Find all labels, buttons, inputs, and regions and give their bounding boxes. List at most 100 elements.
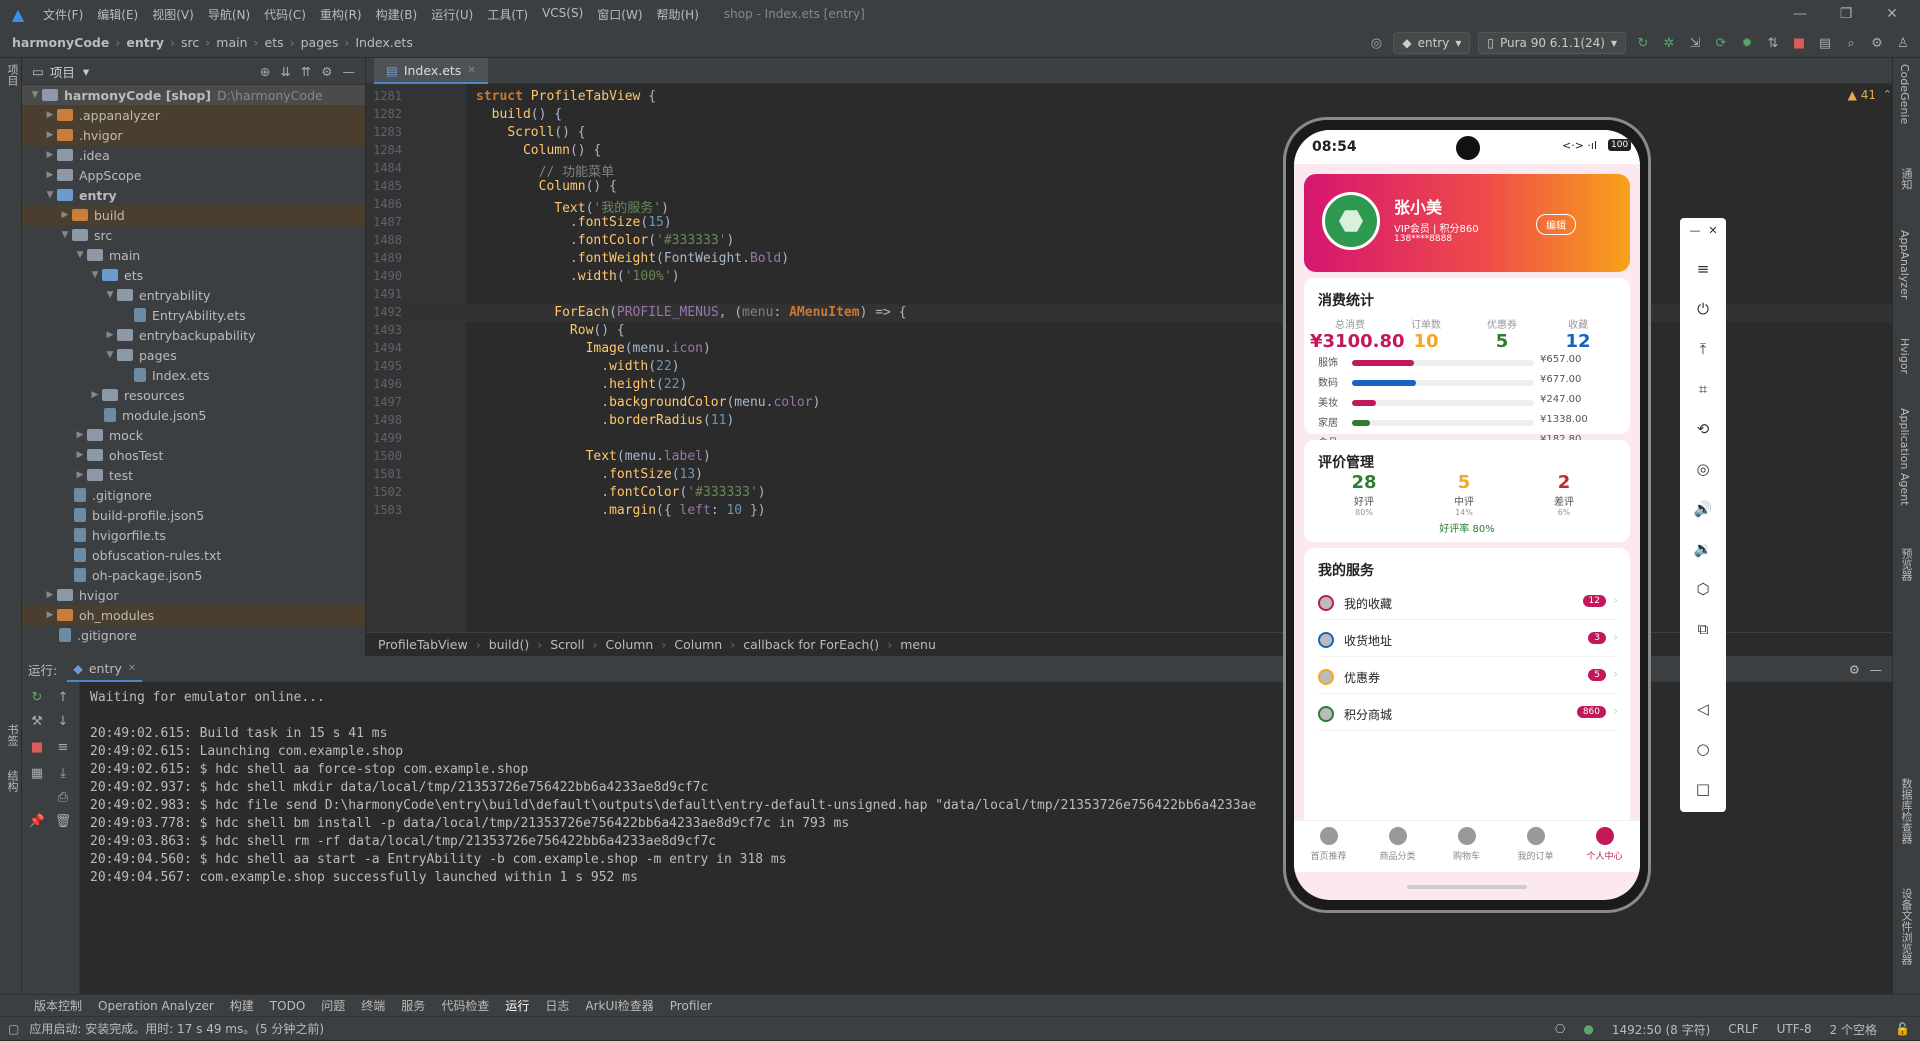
rerun-icon[interactable]: ↻ bbox=[1634, 34, 1652, 52]
service-item[interactable]: 我的收藏 12 › bbox=[1318, 584, 1618, 620]
tree-item[interactable]: hvigorfile.ts bbox=[22, 525, 365, 545]
code-line[interactable]: 1282 build() { bbox=[366, 106, 1920, 124]
editor-breadcrumb-item[interactable]: Column bbox=[605, 637, 653, 652]
menu-item[interactable]: 帮助(H) bbox=[650, 6, 706, 23]
collapsed-arrow-icon[interactable]: ▶ bbox=[58, 210, 72, 220]
tree-item[interactable]: ▶ AppScope bbox=[22, 165, 365, 185]
breadcrumb-item[interactable]: entry bbox=[126, 35, 164, 50]
indent-setting[interactable]: 2 个空格 bbox=[1830, 1021, 1877, 1038]
lock-icon[interactable]: 🔓 bbox=[1895, 1022, 1910, 1036]
breadcrumb-item[interactable]: pages bbox=[301, 35, 339, 50]
tree-item[interactable]: ▼ src bbox=[22, 225, 365, 245]
scroll-end-icon[interactable]: ⤓ bbox=[54, 764, 72, 782]
breadcrumb-item[interactable]: Index.ets bbox=[355, 35, 413, 50]
tree-item[interactable]: build-profile.json5 bbox=[22, 505, 365, 525]
expand-all-icon[interactable]: ⇈ bbox=[301, 64, 311, 79]
previewer-tool-tab[interactable]: 预览器 bbox=[1898, 548, 1914, 581]
caret-position[interactable]: 1492:50 (8 字符) bbox=[1612, 1021, 1710, 1038]
appanalyzer-tool-tab[interactable]: AppAnalyzer bbox=[1898, 230, 1911, 299]
tree-item[interactable]: ▼ main bbox=[22, 245, 365, 265]
hide-icon[interactable]: — bbox=[1870, 662, 1883, 677]
phone-tab[interactable]: 我的订单 bbox=[1501, 827, 1570, 862]
editor-breadcrumb-item[interactable]: Scroll bbox=[550, 637, 584, 652]
tool-window-button[interactable]: 日志 bbox=[545, 997, 569, 1014]
expanded-arrow-icon[interactable]: ▼ bbox=[43, 190, 57, 200]
rotate-icon[interactable]: ⟲ bbox=[1692, 418, 1714, 440]
rerun-icon[interactable]: ↻ bbox=[28, 688, 46, 706]
tree-item[interactable]: ▶ .idea bbox=[22, 145, 365, 165]
tree-item[interactable]: .gitignore bbox=[22, 625, 365, 645]
tree-item[interactable]: module.json5 bbox=[22, 405, 365, 425]
menu-icon[interactable]: ≡ bbox=[1692, 258, 1714, 280]
wrench-icon[interactable]: ⚒ bbox=[28, 712, 46, 730]
tool-window-button[interactable]: 服务 bbox=[401, 997, 425, 1014]
edit-profile-button[interactable]: 编辑 bbox=[1536, 214, 1576, 235]
menu-item[interactable]: 编辑(E) bbox=[90, 6, 145, 23]
tree-item[interactable]: ▶ mock bbox=[22, 425, 365, 445]
line-separator[interactable]: CRLF bbox=[1728, 1022, 1758, 1036]
tree-item[interactable]: ▶ test bbox=[22, 465, 365, 485]
debug-icon[interactable]: ✲ bbox=[1660, 34, 1678, 52]
code-line[interactable]: 1484 // 功能菜单 bbox=[366, 160, 1920, 180]
tool-window-button[interactable]: 代码检查 bbox=[441, 997, 489, 1014]
prev-highlight-icon[interactable]: ⌃ bbox=[1883, 88, 1892, 101]
target-icon[interactable]: ◎ bbox=[1367, 34, 1385, 52]
device-manager-icon[interactable]: ▤ bbox=[1816, 34, 1834, 52]
phone-tab[interactable]: 购物车 bbox=[1432, 827, 1501, 862]
restore-icon[interactable]: ❐ bbox=[1823, 0, 1869, 28]
collapse-all-icon[interactable]: ⇊ bbox=[280, 64, 290, 79]
collapsed-arrow-icon[interactable]: ▶ bbox=[43, 170, 57, 180]
screenshot-icon[interactable]: ◎ bbox=[1692, 458, 1714, 480]
service-item[interactable]: 收货地址 3 › bbox=[1318, 621, 1618, 657]
collapsed-arrow-icon[interactable]: ▶ bbox=[43, 610, 57, 620]
menu-item[interactable]: 构建(B) bbox=[369, 6, 425, 23]
editor-breadcrumb-item[interactable]: menu bbox=[900, 637, 936, 652]
tool-window-button[interactable]: ArkUI检查器 bbox=[585, 997, 653, 1014]
phone-tab[interactable]: 个人中心 bbox=[1570, 827, 1639, 862]
tree-item[interactable]: ▶ .appanalyzer bbox=[22, 105, 365, 125]
volume-up-icon[interactable]: 🔊 bbox=[1692, 498, 1714, 520]
menu-item[interactable]: VCS(S) bbox=[535, 6, 590, 23]
expanded-arrow-icon[interactable]: ▼ bbox=[103, 290, 117, 300]
collapsed-arrow-icon[interactable]: ▶ bbox=[43, 130, 57, 140]
breadcrumb-item[interactable]: main bbox=[216, 35, 247, 50]
tree-item[interactable]: ▶ .hvigor bbox=[22, 125, 365, 145]
collapsed-arrow-icon[interactable]: ▶ bbox=[43, 150, 57, 160]
project-tool-tab[interactable]: 项目 bbox=[2, 64, 20, 86]
menu-item[interactable]: 导航(N) bbox=[201, 6, 257, 23]
power-icon[interactable]: ⏻ bbox=[1692, 298, 1714, 320]
down-icon[interactable]: ↓ bbox=[54, 712, 72, 730]
hide-icon[interactable]: — bbox=[343, 64, 356, 79]
review-stat[interactable]: 5 中评 14% bbox=[1424, 472, 1504, 517]
phone-tab[interactable]: 首页推荐 bbox=[1294, 827, 1363, 862]
pin-icon[interactable]: 📌 bbox=[28, 812, 46, 830]
breadcrumb-item[interactable]: harmonyCode bbox=[12, 35, 109, 50]
multi-screen-icon[interactable]: ⧉ bbox=[1692, 618, 1714, 640]
menu-item[interactable]: 运行(U) bbox=[424, 6, 480, 23]
collapsed-arrow-icon[interactable]: ▶ bbox=[103, 330, 117, 340]
tool-window-button[interactable]: 运行 bbox=[505, 997, 529, 1014]
project-panel-title[interactable]: 项目 bbox=[50, 62, 75, 81]
tree-item[interactable]: ▼ pages bbox=[22, 345, 365, 365]
editor-breadcrumb-item[interactable]: Column bbox=[674, 637, 722, 652]
tree-item[interactable]: .gitignore bbox=[22, 485, 365, 505]
status-message[interactable]: 应用启动: 安装完成。用时: 17 s 49 ms。(5 分钟之前) bbox=[29, 1020, 324, 1037]
collapsed-arrow-icon[interactable]: ▶ bbox=[73, 430, 87, 440]
volume-down-icon[interactable]: 🔉 bbox=[1692, 538, 1714, 560]
code-line[interactable]: 1486 Text('我的服务') bbox=[366, 196, 1920, 216]
warning-count[interactable]: ▲ 41 bbox=[1848, 88, 1876, 102]
phone-tab[interactable]: 商品分类 bbox=[1363, 827, 1432, 862]
device-file-browser-tool-tab[interactable]: 设备文件浏览器 bbox=[1898, 888, 1914, 965]
home-icon[interactable]: ○ bbox=[1692, 738, 1714, 760]
tool-window-button[interactable]: TODO bbox=[270, 999, 305, 1013]
file-encoding[interactable]: UTF-8 bbox=[1777, 1022, 1812, 1036]
codegenie-tool-tab[interactable]: CodeGenie bbox=[1898, 64, 1911, 124]
tree-item[interactable]: ▶ entrybackupability bbox=[22, 325, 365, 345]
close-icon[interactable]: ✕ bbox=[1869, 0, 1915, 28]
stop-icon[interactable]: ■ bbox=[1790, 34, 1808, 52]
code-line[interactable]: 1283 Scroll() { bbox=[366, 124, 1920, 142]
crop-icon[interactable]: ⌗ bbox=[1692, 378, 1714, 400]
expanded-arrow-icon[interactable]: ▼ bbox=[73, 250, 87, 260]
expanded-arrow-icon[interactable]: ▼ bbox=[58, 230, 72, 240]
collapsed-arrow-icon[interactable]: ▶ bbox=[73, 450, 87, 460]
